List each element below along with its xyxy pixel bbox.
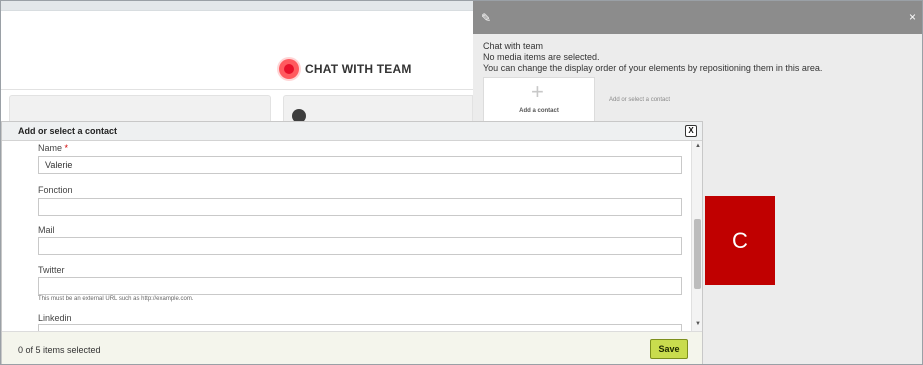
modal-close-button[interactable]: X: [685, 125, 697, 137]
side-panel-title: Chat with team: [483, 41, 544, 51]
linkedin-input[interactable]: [38, 324, 682, 331]
background-panel-left: [9, 95, 271, 121]
scroll-down-arrow-icon[interactable]: ▼: [695, 321, 701, 327]
name-input[interactable]: Valerie: [38, 156, 682, 174]
linkedin-label: Linkedin: [38, 313, 72, 323]
no-media-message: No media items are selected.: [483, 52, 600, 62]
scroll-up-arrow-icon[interactable]: ▲: [695, 143, 701, 149]
side-panel-text: Chat with team No media items are select…: [483, 41, 822, 74]
add-contact-label: Add a contact: [519, 108, 559, 114]
fonction-label: Fonction: [38, 185, 73, 195]
plus-icon: +: [531, 79, 544, 104]
add-contact-tile[interactable]: + Add a contact: [483, 77, 595, 123]
mail-input[interactable]: [38, 237, 682, 255]
pencil-icon[interactable]: ✎: [481, 11, 491, 25]
twitter-help-text: This must be an external URL such as htt…: [38, 296, 194, 302]
modal-footer: 0 of 5 items selected Save: [2, 331, 702, 364]
add-contact-hint: Add or select a contact: [609, 97, 671, 103]
save-button[interactable]: Save: [650, 339, 688, 359]
selection-status: 0 of 5 items selected: [18, 345, 101, 355]
side-panel-header: ✎ ×: [473, 1, 922, 34]
record-dot-icon: [279, 59, 299, 79]
screenshot-stage: CHAT WITH TEAM ✎ × Chat with team No med…: [0, 0, 923, 365]
chat-section-heading: CHAT WITH TEAM: [279, 59, 412, 79]
background-divider: [1, 89, 473, 90]
background-panel-right: [283, 95, 473, 121]
background-top-bar: [1, 1, 473, 11]
reorder-instructions: You can change the display order of your…: [483, 63, 823, 73]
mail-label: Mail: [38, 225, 55, 235]
close-icon[interactable]: ×: [909, 10, 916, 24]
required-marker: *: [64, 143, 69, 153]
scrollbar-thumb[interactable]: [694, 219, 701, 289]
name-label: Name *: [38, 143, 68, 153]
twitter-input[interactable]: [38, 277, 682, 295]
form-scrollbar[interactable]: ▲ ▼: [691, 141, 702, 331]
twitter-label: Twitter: [38, 265, 65, 275]
modal-title: Add or select a contact: [18, 126, 118, 136]
modal-header: Add or select a contact X: [2, 122, 702, 141]
name-label-text: Name: [38, 143, 63, 153]
chat-section-title: CHAT WITH TEAM: [305, 62, 412, 76]
annotation-badge: C: [705, 196, 775, 285]
fonction-input[interactable]: [38, 198, 682, 216]
contact-form: Name * Valerie Fonction Mail Twitter Thi…: [2, 141, 692, 331]
add-contact-modal: Add or select a contact X Name * Valerie…: [1, 121, 703, 364]
